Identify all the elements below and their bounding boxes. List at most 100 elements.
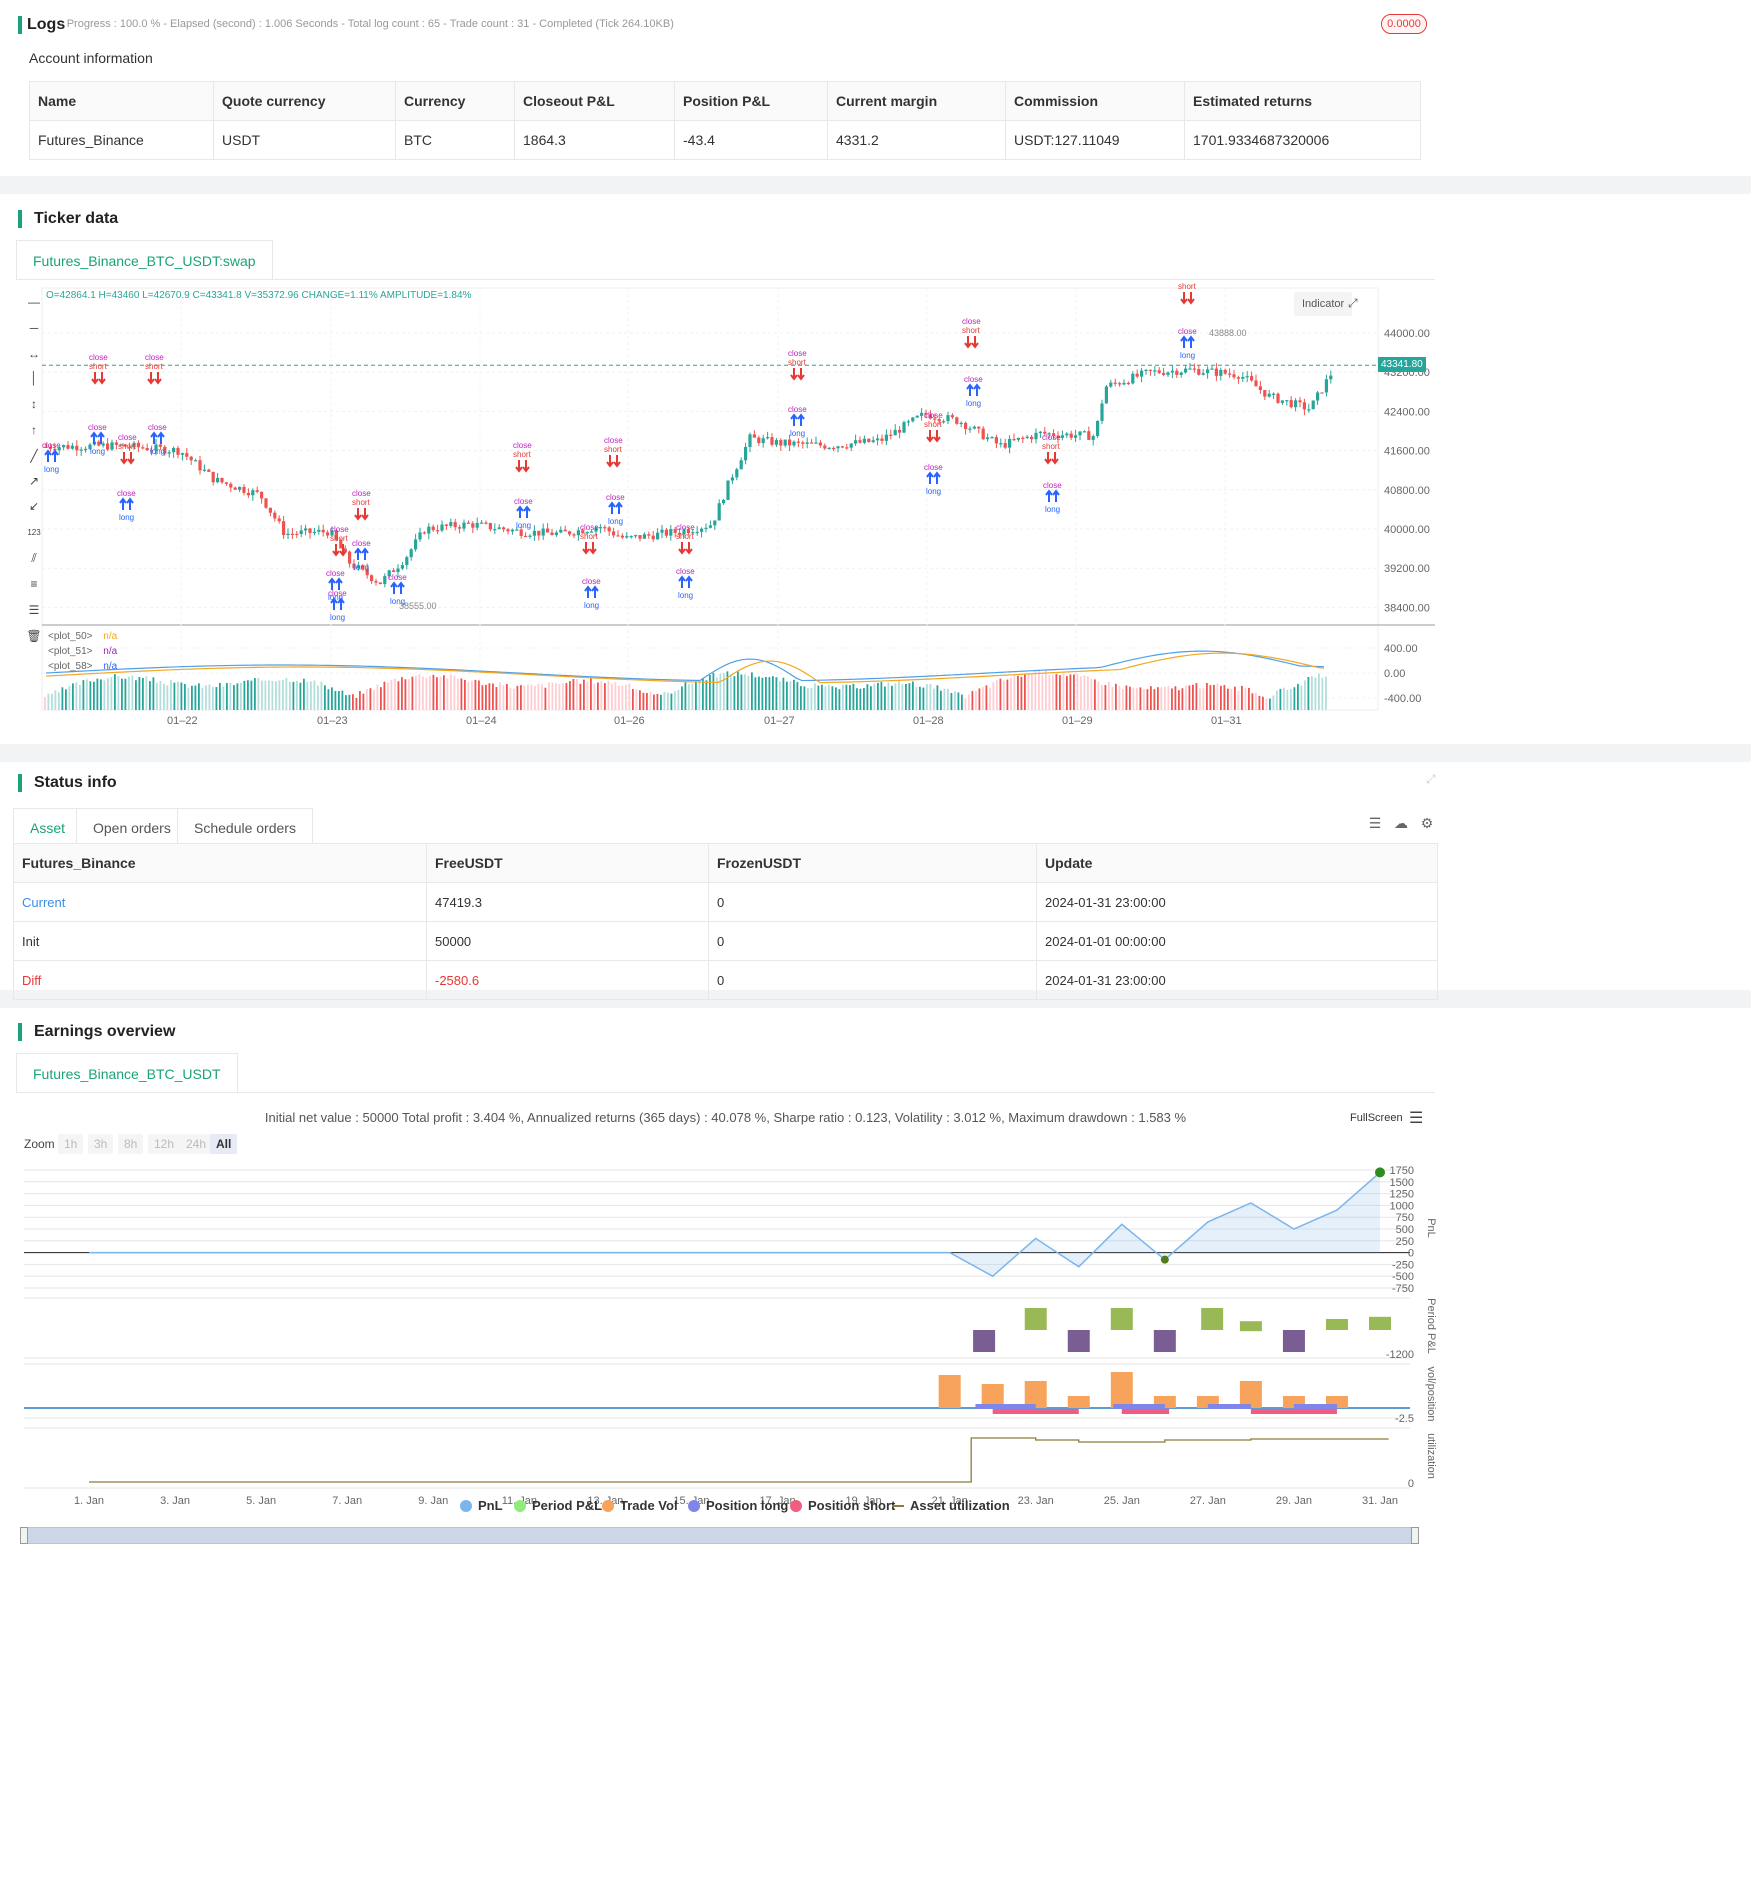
- position-long-bar: [975, 1404, 1036, 1409]
- long-marker-label: long: [44, 465, 59, 474]
- candle-body: [1329, 375, 1333, 380]
- osc-bar: [635, 689, 638, 710]
- osc-bar: [516, 685, 519, 710]
- indicator-button[interactable]: Indicator: [1294, 292, 1353, 316]
- osc-bar: [285, 677, 288, 710]
- navigator-right-handle[interactable]: [1411, 1527, 1419, 1544]
- osc-bar: [488, 683, 491, 710]
- short-marker-label: short: [1178, 282, 1197, 291]
- ticker-chart[interactable]: shortcloseshortcloselongcloselongcloselo…: [0, 280, 1440, 740]
- candle-body: [1263, 389, 1267, 397]
- tab-asset[interactable]: Asset: [13, 808, 83, 846]
- cloud-upload-icon[interactable]: ☁: [1390, 812, 1412, 834]
- candle-body: [321, 529, 325, 533]
- osc-bar: [369, 688, 372, 710]
- short-marker-label: short: [330, 534, 349, 543]
- pnl-tick-label: 750: [1396, 1212, 1414, 1224]
- osc-bar: [740, 674, 743, 710]
- osc-bar: [1129, 686, 1131, 710]
- zoom-1h-button[interactable]: 1h: [58, 1134, 84, 1154]
- list-icon[interactable]: ☰: [1364, 812, 1386, 834]
- candle-body: [444, 524, 448, 526]
- osc-bar: [429, 675, 431, 710]
- legend-item[interactable]: Trade Vol: [602, 1498, 678, 1513]
- long-arrow-icon: [1045, 489, 1060, 502]
- plot-value: n/a: [103, 646, 118, 657]
- long-marker-label: long: [1180, 351, 1195, 360]
- date-tick-label: 01–26: [614, 715, 645, 727]
- menu-icon[interactable]: ☰: [1409, 1108, 1423, 1128]
- candle-body: [818, 442, 822, 446]
- legend-item[interactable]: Position short: [790, 1498, 895, 1513]
- close-marker-label: close: [1043, 481, 1062, 490]
- osc-bar: [352, 694, 354, 710]
- osc-bar: [149, 681, 151, 710]
- osc-bar: [65, 689, 67, 710]
- osc-bar: [985, 685, 988, 710]
- osc-bar: [674, 691, 676, 710]
- zoom-all-button[interactable]: All: [210, 1134, 238, 1154]
- legend-item[interactable]: Position long: [688, 1498, 788, 1513]
- expand-icon[interactable]: ⤢: [1348, 296, 1358, 311]
- candle-body: [277, 518, 281, 522]
- candle-body: [286, 533, 290, 536]
- candle-body: [700, 528, 704, 532]
- osc-bar: [898, 681, 900, 710]
- legend-label: Period P&L: [532, 1498, 603, 1513]
- candle-body: [471, 523, 475, 528]
- candle-body: [752, 434, 756, 438]
- candle-body: [616, 535, 620, 537]
- plot-frame: [41, 287, 1379, 711]
- gear-icon[interactable]: ⚙: [1416, 812, 1438, 834]
- close-marker-label: close: [145, 353, 164, 362]
- close-marker-label: close: [962, 317, 981, 326]
- osc-bar: [1230, 688, 1233, 710]
- zoom-3h-button[interactable]: 3h: [88, 1134, 114, 1154]
- osc-bar: [334, 690, 337, 710]
- osc-bar: [51, 693, 53, 710]
- candle-body: [299, 530, 303, 535]
- candle-body: [669, 529, 673, 536]
- osc-bar: [191, 685, 193, 710]
- osc-bar: [625, 684, 627, 710]
- osc-bar: [380, 687, 382, 710]
- candle-body: [651, 535, 655, 540]
- oscillator: [44, 650, 1327, 710]
- osc-bar: [583, 679, 585, 710]
- osc-bar: [128, 676, 130, 710]
- osc-bar: [667, 692, 669, 710]
- short-arrow-icon: [120, 452, 135, 465]
- long-marker-label: long: [1045, 505, 1060, 514]
- navigator-bar[interactable]: [22, 1527, 1418, 1544]
- tab-schedule-orders[interactable]: Schedule orders: [177, 808, 313, 846]
- date-tick-label: 01–23: [317, 715, 348, 727]
- tab-open-orders[interactable]: Open orders: [76, 808, 188, 846]
- earnings-chart[interactable]: 17501500125010007505002500-250-500-750-1…: [0, 1160, 1440, 1550]
- account-header-cell: Current margin: [827, 81, 1006, 121]
- earnings-tab[interactable]: Futures_Binance_BTC_USDT: [16, 1053, 238, 1093]
- osc-bar: [803, 686, 806, 710]
- candle-body: [1179, 372, 1183, 375]
- date-tick-label: 9. Jan: [418, 1495, 448, 1507]
- osc-bar: [306, 681, 309, 710]
- zoom-8h-button[interactable]: 8h: [118, 1134, 144, 1154]
- osc-bar: [362, 693, 365, 710]
- collapse-icon[interactable]: ⤢: [1426, 772, 1436, 787]
- legend-item[interactable]: Asset utilization: [892, 1498, 1010, 1513]
- navigator-left-handle[interactable]: [20, 1527, 28, 1544]
- zoom-12h-button[interactable]: 12h: [148, 1134, 181, 1154]
- candle-body: [880, 438, 884, 441]
- legend-item[interactable]: Period P&L: [514, 1498, 602, 1513]
- zoom-24h-button[interactable]: 24h: [180, 1134, 213, 1154]
- osc-bar: [114, 674, 116, 710]
- fullscreen-button[interactable]: FullScreen: [1350, 1112, 1403, 1124]
- candle-body: [920, 412, 924, 416]
- candle-body: [290, 533, 294, 535]
- legend-item[interactable]: PnL: [460, 1498, 503, 1513]
- candle-body: [642, 534, 646, 539]
- candle-body: [229, 483, 233, 488]
- legend-swatch: [790, 1499, 802, 1512]
- ticker-tab[interactable]: Futures_Binance_BTC_USDT:swap: [16, 240, 273, 280]
- candle-body: [911, 417, 915, 422]
- candle-body: [902, 422, 906, 433]
